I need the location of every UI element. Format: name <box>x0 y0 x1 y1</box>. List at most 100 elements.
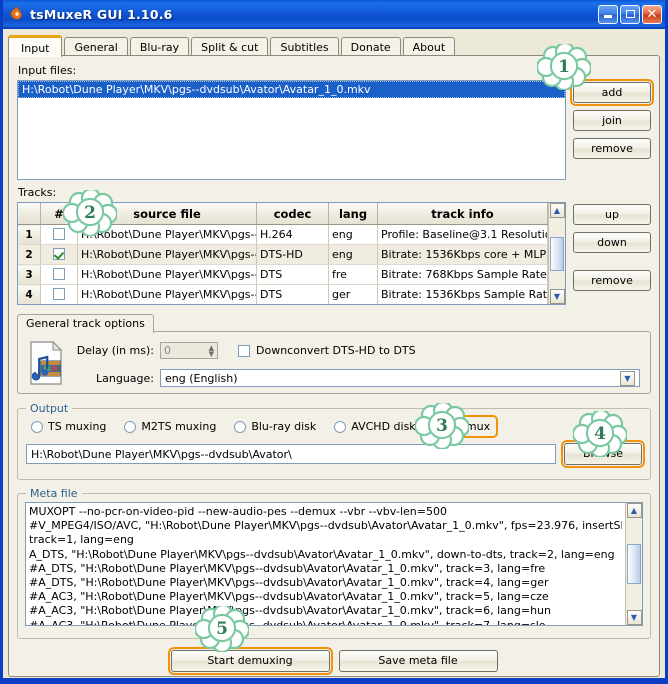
browse-button[interactable]: Browse <box>561 440 645 468</box>
minimize-button[interactable] <box>598 4 618 24</box>
track-checkbox[interactable] <box>53 248 65 260</box>
general-track-options-tab[interactable]: General track options <box>17 314 154 333</box>
scrollbar-thumb[interactable] <box>550 236 564 271</box>
delay-input[interactable]: 0 ▲ ▼ <box>160 342 218 359</box>
track-checkbox[interactable] <box>53 228 65 240</box>
tracks-col-number: # <box>40 203 78 225</box>
radio-ts-muxing[interactable]: TS muxing <box>26 418 111 435</box>
tracks-scrollbar[interactable]: ▲ ▼ <box>548 203 565 304</box>
tab-bluray[interactable]: Blu-ray <box>129 37 190 56</box>
row-checkbox-cell[interactable] <box>40 264 78 285</box>
radio-m2ts-muxing[interactable]: M2TS muxing <box>119 418 221 435</box>
meta-file-scrollbar[interactable]: ▲ ▼ <box>625 503 642 625</box>
radio-label: M2TS muxing <box>141 420 217 433</box>
row-lang: eng <box>328 224 378 245</box>
tab-input[interactable]: Input <box>8 35 63 57</box>
general-track-options-panel: General track options Delay (in ms): 0 ▲… <box>17 314 651 394</box>
remove-file-button[interactable]: remove <box>573 138 651 159</box>
tab-about[interactable]: About <box>402 37 456 56</box>
add-button[interactable]: add <box>570 79 654 106</box>
meta-line: #A_DTS, "H:\Robot\Dune Player\MKV\pgs--d… <box>29 561 546 575</box>
meta-line: track=1, lang=eng <box>29 533 134 547</box>
radio-icon[interactable] <box>433 420 446 433</box>
input-file-item[interactable]: H:\Robot\Dune Player\MKV\pgs--dvdsub\Ava… <box>18 81 565 98</box>
spinner-arrows-icon[interactable]: ▲ ▼ <box>209 344 214 357</box>
radio-icon[interactable] <box>334 420 347 433</box>
radio-icon[interactable] <box>31 420 43 433</box>
start-demuxing-button[interactable]: Start demuxing <box>167 647 333 675</box>
language-select[interactable]: eng (English) ▼ <box>160 369 640 387</box>
input-tab-panel: Input files: H:\Robot\Dune Player\MKV\pg… <box>8 55 660 677</box>
table-row[interactable]: 3 H:\Robot\Dune Player\MKV\pgs--... DTS … <box>18 264 548 285</box>
output-path-row: H:\Robot\Dune Player\MKV\pgs--dvdsub\Ava… <box>26 440 645 468</box>
remove-track-button[interactable]: remove <box>573 270 651 291</box>
meta-line: MUXOPT --no-pcr-on-video-pid --new-audio… <box>29 505 447 518</box>
chevron-down-icon[interactable]: ▼ <box>620 370 635 386</box>
row-checkbox-cell[interactable] <box>40 244 78 265</box>
radio-bluray-disk[interactable]: Blu-ray disk <box>229 418 321 435</box>
radio-label: Demux <box>450 420 491 433</box>
downconvert-checkbox[interactable] <box>238 344 250 357</box>
radio-label: AVCHD disk <box>351 420 416 433</box>
meta-line: #A_AC3, "H:\Robot\Dune Player\MKV\pgs--d… <box>29 604 551 618</box>
language-label: Language: <box>96 371 154 385</box>
input-files-label: Input files: <box>18 64 77 77</box>
audio-track-icon <box>28 340 64 385</box>
row-source: H:\Robot\Dune Player\MKV\pgs--... <box>77 224 257 245</box>
tracks-col-info: track info <box>377 203 548 225</box>
input-files-section: H:\Robot\Dune Player\MKV\pgs--dvdsub\Ava… <box>17 79 654 180</box>
row-number: 4 <box>18 284 41 304</box>
track-checkbox[interactable] <box>53 288 65 300</box>
row-checkbox-cell[interactable] <box>40 224 78 245</box>
track-checkbox[interactable] <box>53 268 65 280</box>
radio-icon[interactable] <box>124 420 137 433</box>
meta-line: #A_AC3, "H:\Robot\Dune Player\MKV\pgs--d… <box>29 619 622 625</box>
meta-file-text[interactable]: MUXOPT --no-pcr-on-video-pid --new-audio… <box>26 503 625 625</box>
tracks-section: # source file codec lang track info 1 H:… <box>17 202 651 305</box>
scroll-down-icon[interactable]: ▼ <box>626 610 642 625</box>
move-up-button[interactable]: up <box>573 204 651 225</box>
scrollbar-thumb[interactable] <box>627 544 641 584</box>
tab-donate[interactable]: Donate <box>340 37 401 56</box>
row-codec: DTS <box>256 264 329 285</box>
close-icon: ✕ <box>646 6 658 22</box>
radio-demux[interactable]: Demux <box>425 415 499 438</box>
meta-file-caption: Meta file <box>26 487 82 500</box>
tab-subtitles[interactable]: Subtitles <box>270 37 339 56</box>
tracks-col-lang: lang <box>328 203 378 225</box>
tracks-label: Tracks: <box>18 186 57 199</box>
radio-avchd-disk[interactable]: AVCHD disk <box>329 418 420 435</box>
scroll-up-icon[interactable]: ▲ <box>626 503 642 518</box>
tab-general[interactable]: General <box>64 37 128 56</box>
table-row[interactable]: 1 H:\Robot\Dune Player\MKV\pgs--... H.26… <box>18 224 548 245</box>
save-meta-file-button[interactable]: Save meta file <box>338 650 498 672</box>
action-buttons: Start demuxing Save meta file <box>17 647 651 675</box>
row-source: H:\Robot\Dune Player\MKV\pgs--... <box>77 264 257 285</box>
row-codec: H.264 <box>256 224 329 245</box>
radio-icon[interactable] <box>234 420 247 433</box>
scroll-down-icon[interactable]: ▼ <box>549 289 565 304</box>
row-checkbox-cell[interactable] <box>40 284 78 304</box>
input-files-list[interactable]: H:\Robot\Dune Player\MKV\pgs--dvdsub\Ava… <box>17 80 566 180</box>
meta-line: #V_MPEG4/ISO/AVC, "H:\Robot\Dune Player\… <box>29 519 622 533</box>
move-down-button[interactable]: down <box>573 232 651 253</box>
maximize-button[interactable] <box>620 4 640 24</box>
tracks-buttons: up down remove <box>573 202 651 305</box>
window-controls: ✕ <box>598 4 662 24</box>
output-path-input[interactable]: H:\Robot\Dune Player\MKV\pgs--dvdsub\Ava… <box>26 444 556 464</box>
tracks-grid[interactable]: # source file codec lang track info 1 H:… <box>17 202 566 305</box>
table-row[interactable]: 4 H:\Robot\Dune Player\MKV\pgs--... DTS … <box>18 284 548 304</box>
application-window: tsMuxeR GUI 1.10.6 ✕ Input General Blu-r… <box>0 0 668 684</box>
row-lang: fre <box>328 264 378 285</box>
delay-label: Delay (in ms): <box>76 344 154 357</box>
output-caption: Output <box>26 402 73 415</box>
meta-file-box[interactable]: MUXOPT --no-pcr-on-video-pid --new-audio… <box>25 502 643 626</box>
table-row[interactable]: 2 H:\Robot\Dune Player\MKV\pgs--... DTS-… <box>18 244 548 265</box>
radio-label: Blu-ray disk <box>251 420 317 433</box>
tab-split-cut[interactable]: Split & cut <box>191 37 269 56</box>
join-button[interactable]: join <box>573 110 651 131</box>
scroll-up-icon[interactable]: ▲ <box>549 203 565 218</box>
row-codec: DTS <box>256 284 329 304</box>
close-button[interactable]: ✕ <box>642 4 662 24</box>
meta-file-group: Meta file MUXOPT --no-pcr-on-video-pid -… <box>17 487 651 639</box>
